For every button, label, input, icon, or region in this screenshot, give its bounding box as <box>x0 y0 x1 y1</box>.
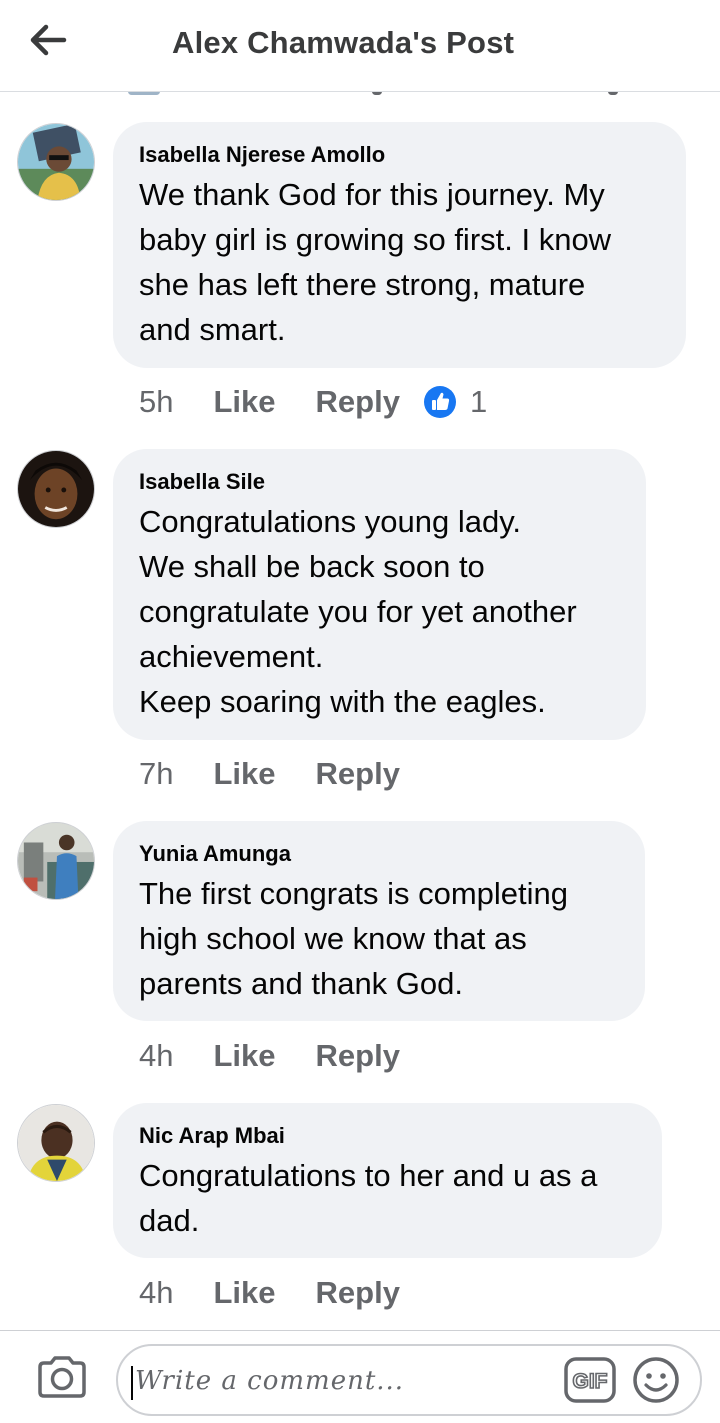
like-button[interactable]: Like <box>213 1038 275 1074</box>
reply-button[interactable]: Reply <box>316 756 400 792</box>
previous-comment-cutoff <box>0 92 720 98</box>
comment-author[interactable]: Nic Arap Mbai <box>139 1123 636 1149</box>
comment-bubble[interactable]: Yunia Amunga The first congrats is compl… <box>113 821 645 1021</box>
emoji-button[interactable] <box>632 1356 680 1404</box>
gif-icon: GIF <box>564 1357 616 1403</box>
comment-bubble[interactable]: Isabella Sile Congratulations young lady… <box>113 449 646 740</box>
comment-actions: 5h Like Reply 1 <box>139 384 487 420</box>
gif-label: GIF <box>573 1370 608 1393</box>
post-header: Alex Chamwada's Post <box>0 0 720 92</box>
reply-button[interactable]: Reply <box>316 1275 400 1311</box>
page-title: Alex Chamwada's Post <box>172 25 515 60</box>
comment-author[interactable]: Isabella Sile <box>139 469 620 495</box>
comment-timestamp[interactable]: 7h <box>139 756 173 792</box>
camera-button[interactable] <box>36 1355 88 1399</box>
comment-author[interactable]: Isabella Njerese Amollo <box>139 142 660 168</box>
thumbs-up-icon <box>423 386 456 418</box>
comment-author[interactable]: Yunia Amunga <box>139 841 619 867</box>
text-cursor <box>131 1366 133 1400</box>
comment-bubble[interactable]: Nic Arap Mbai Congratulations to her and… <box>113 1103 662 1258</box>
comment-timestamp[interactable]: 5h <box>139 384 173 420</box>
avatar[interactable] <box>17 1104 95 1182</box>
avatar[interactable] <box>17 822 95 900</box>
like-button[interactable]: Like <box>213 1275 275 1311</box>
avatar[interactable] <box>17 450 95 528</box>
comment-bubble[interactable]: Isabella Njerese Amollo We thank God for… <box>113 122 686 368</box>
comment-actions: 4h Like Reply <box>139 1038 400 1074</box>
reply-button[interactable]: Reply <box>316 384 400 420</box>
comment-composer: Write a comment... GIF <box>0 1330 720 1423</box>
comment-timestamp[interactable]: 4h <box>139 1038 173 1074</box>
comment-actions: 7h Like Reply <box>139 756 400 792</box>
comment-input[interactable]: Write a comment... GIF <box>116 1344 702 1416</box>
camera-icon <box>38 1356 86 1398</box>
like-button[interactable]: Like <box>213 384 275 420</box>
smiley-icon <box>633 1357 679 1403</box>
comment-text: The first congrats is completing high sc… <box>139 876 569 1001</box>
comment-timestamp[interactable]: 4h <box>139 1275 173 1311</box>
reply-button[interactable]: Reply <box>316 1038 400 1074</box>
reaction-count: 1 <box>469 384 488 419</box>
gif-button[interactable]: GIF <box>564 1356 616 1404</box>
comment-placeholder: Write a comment... <box>135 1366 405 1396</box>
avatar[interactable] <box>17 123 95 201</box>
comment-actions: 4h Like Reply <box>139 1275 400 1311</box>
back-button[interactable] <box>24 18 72 62</box>
reaction-summary[interactable]: 1 <box>423 384 488 420</box>
like-button[interactable]: Like <box>213 756 275 792</box>
comment-text: Congratulations to her and u as a dad. <box>139 1158 598 1238</box>
comment-text: We thank God for this journey. My baby g… <box>139 177 612 347</box>
arrow-left-icon <box>30 24 67 56</box>
comment-text: Congratulations young lady. We shall be … <box>139 504 577 719</box>
